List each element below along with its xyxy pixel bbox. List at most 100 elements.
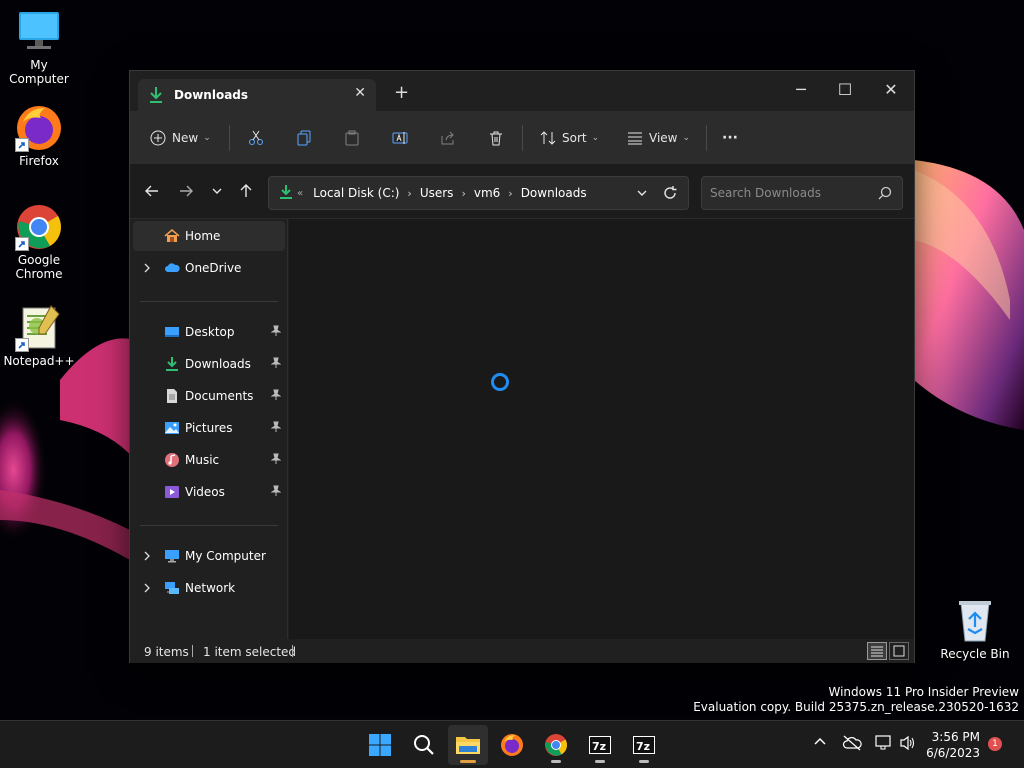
address-bar[interactable]: « Local Disk (C:) › Users › vm6 › Downlo… (268, 176, 689, 210)
sidebar-item-downloads[interactable]: Downloads (133, 349, 285, 379)
selection-count: 1 item selected (203, 645, 297, 659)
minimize-button[interactable]: ─ (778, 75, 824, 105)
show-hidden-icons-button[interactable] (813, 735, 827, 752)
title-bar: Downloads ✕ + ─ ☐ ✕ (130, 71, 914, 111)
desktop-icon-google-chrome[interactable]: Google Chrome (1, 203, 77, 281)
breadcrumb-users[interactable]: Users (420, 186, 454, 200)
details-view-button[interactable] (867, 642, 887, 660)
share-button[interactable] (440, 125, 456, 151)
taskbar-chrome[interactable] (536, 725, 576, 765)
command-separator (522, 125, 523, 151)
breadcrumb-downloads[interactable]: Downloads (521, 186, 587, 200)
status-separator (292, 645, 293, 657)
desktop-icon-label: Firefox (19, 154, 59, 168)
chevron-right-icon[interactable]: › (407, 187, 411, 200)
notepad-plus-plus-icon (15, 304, 63, 352)
desktop-icon-recycle-bin[interactable]: Recycle Bin (937, 597, 1013, 661)
more-options-button[interactable]: ··· (722, 125, 738, 151)
sidebar-item-videos[interactable]: Videos (133, 477, 285, 507)
sort-button[interactable]: Sort ⌄ (540, 125, 599, 151)
delete-button[interactable] (488, 125, 504, 151)
breadcrumb-vm6[interactable]: vm6 (474, 186, 500, 200)
network-tray-icon[interactable] (875, 735, 893, 754)
address-history-dropdown[interactable] (636, 186, 648, 203)
loading-spinner (491, 373, 509, 391)
notification-badge[interactable]: 1 (988, 737, 1002, 751)
command-bar: New ⌄ Sort ⌄ View ⌄ ··· (130, 111, 914, 165)
file-list-pane[interactable] (289, 219, 914, 639)
close-button[interactable]: ✕ (868, 75, 914, 105)
sidebar-item-my-computer[interactable]: My Computer (133, 541, 285, 571)
download-icon (164, 356, 180, 372)
taskbar-file-explorer[interactable] (448, 725, 488, 765)
speaker-icon (900, 735, 915, 751)
new-button[interactable]: New ⌄ (150, 125, 211, 151)
chevron-right-icon[interactable] (143, 582, 151, 597)
start-button[interactable] (360, 725, 400, 765)
cut-button[interactable] (248, 125, 264, 151)
search-icon (878, 186, 892, 203)
view-button[interactable]: View ⌄ (627, 125, 690, 151)
document-icon (164, 388, 180, 404)
sidebar-item-pictures[interactable]: Pictures (133, 413, 285, 443)
search-icon (414, 735, 434, 755)
breadcrumb-local-disk[interactable]: Local Disk (C:) (313, 186, 399, 200)
copy-icon (297, 130, 311, 146)
share-icon (441, 131, 454, 145)
sidebar-item-label: Music (185, 453, 220, 467)
chevron-down-icon (212, 188, 222, 194)
refresh-button[interactable] (662, 185, 678, 204)
maximize-button[interactable]: ☐ (822, 75, 868, 105)
download-icon (148, 86, 164, 107)
chevron-right-icon[interactable] (143, 550, 151, 565)
cloud-icon (164, 260, 180, 276)
search-button[interactable] (404, 725, 444, 765)
sidebar-item-label: Home (185, 229, 221, 243)
up-button[interactable] (236, 183, 256, 203)
new-tab-button[interactable]: + (394, 83, 409, 103)
search-input[interactable] (710, 185, 870, 201)
sidebar-item-label: OneDrive (185, 261, 242, 275)
desktop-icon-label: Notepad++ (3, 354, 75, 368)
chevron-right-icon[interactable] (143, 262, 151, 277)
sidebar-item-network[interactable]: Network (133, 573, 285, 603)
volume-tray-icon[interactable] (899, 735, 917, 754)
copy-button[interactable] (296, 125, 312, 151)
breadcrumb-overflow-button[interactable]: « (297, 188, 303, 199)
computer-icon (15, 8, 63, 56)
sidebar-item-desktop[interactable]: Desktop (133, 317, 285, 347)
taskbar-firefox[interactable] (492, 725, 532, 765)
desktop-icon-label: My Computer (9, 58, 69, 86)
shortcut-arrow-icon (15, 338, 29, 352)
pin-icon (270, 389, 282, 404)
back-button[interactable] (142, 183, 162, 203)
sidebar-item-label: Videos (185, 485, 225, 499)
paste-button[interactable] (344, 125, 360, 151)
sidebar-item-label: My Computer (185, 549, 266, 563)
chevron-right-icon[interactable]: › (461, 187, 465, 200)
recent-locations-button[interactable] (207, 183, 227, 203)
tab-close-button[interactable]: ✕ (354, 85, 366, 101)
watermark-line-2: Evaluation copy. Build 25375.zn_release.… (693, 700, 1019, 714)
desktop-icon-firefox[interactable]: Firefox (1, 104, 77, 168)
running-indicator (595, 760, 605, 763)
chevron-right-icon[interactable]: › (508, 187, 512, 200)
sidebar-item-documents[interactable]: Documents (133, 381, 285, 411)
tab-downloads[interactable]: Downloads ✕ (138, 79, 376, 111)
search-box[interactable] (701, 176, 903, 210)
desktop-icon-notepad-plus-plus[interactable]: Notepad++ (1, 304, 77, 368)
clock[interactable]: 3:56 PM 6/6/2023 (926, 729, 980, 761)
pin-icon (270, 325, 282, 340)
sidebar-item-onedrive[interactable]: OneDrive (133, 253, 285, 283)
sidebar-item-home[interactable]: Home (133, 221, 285, 251)
forward-button[interactable] (176, 183, 196, 203)
taskbar-7zip-1[interactable]: 7z (580, 725, 620, 765)
onedrive-tray-icon[interactable] (842, 735, 862, 754)
sidebar-item-music[interactable]: Music (133, 445, 285, 475)
rename-button[interactable] (392, 125, 408, 151)
music-icon (164, 452, 180, 468)
desktop-icon-my-computer[interactable]: My Computer (1, 8, 77, 86)
rename-icon (392, 132, 408, 144)
taskbar-7zip-2[interactable]: 7z (624, 725, 664, 765)
large-icons-view-button[interactable] (889, 642, 909, 660)
